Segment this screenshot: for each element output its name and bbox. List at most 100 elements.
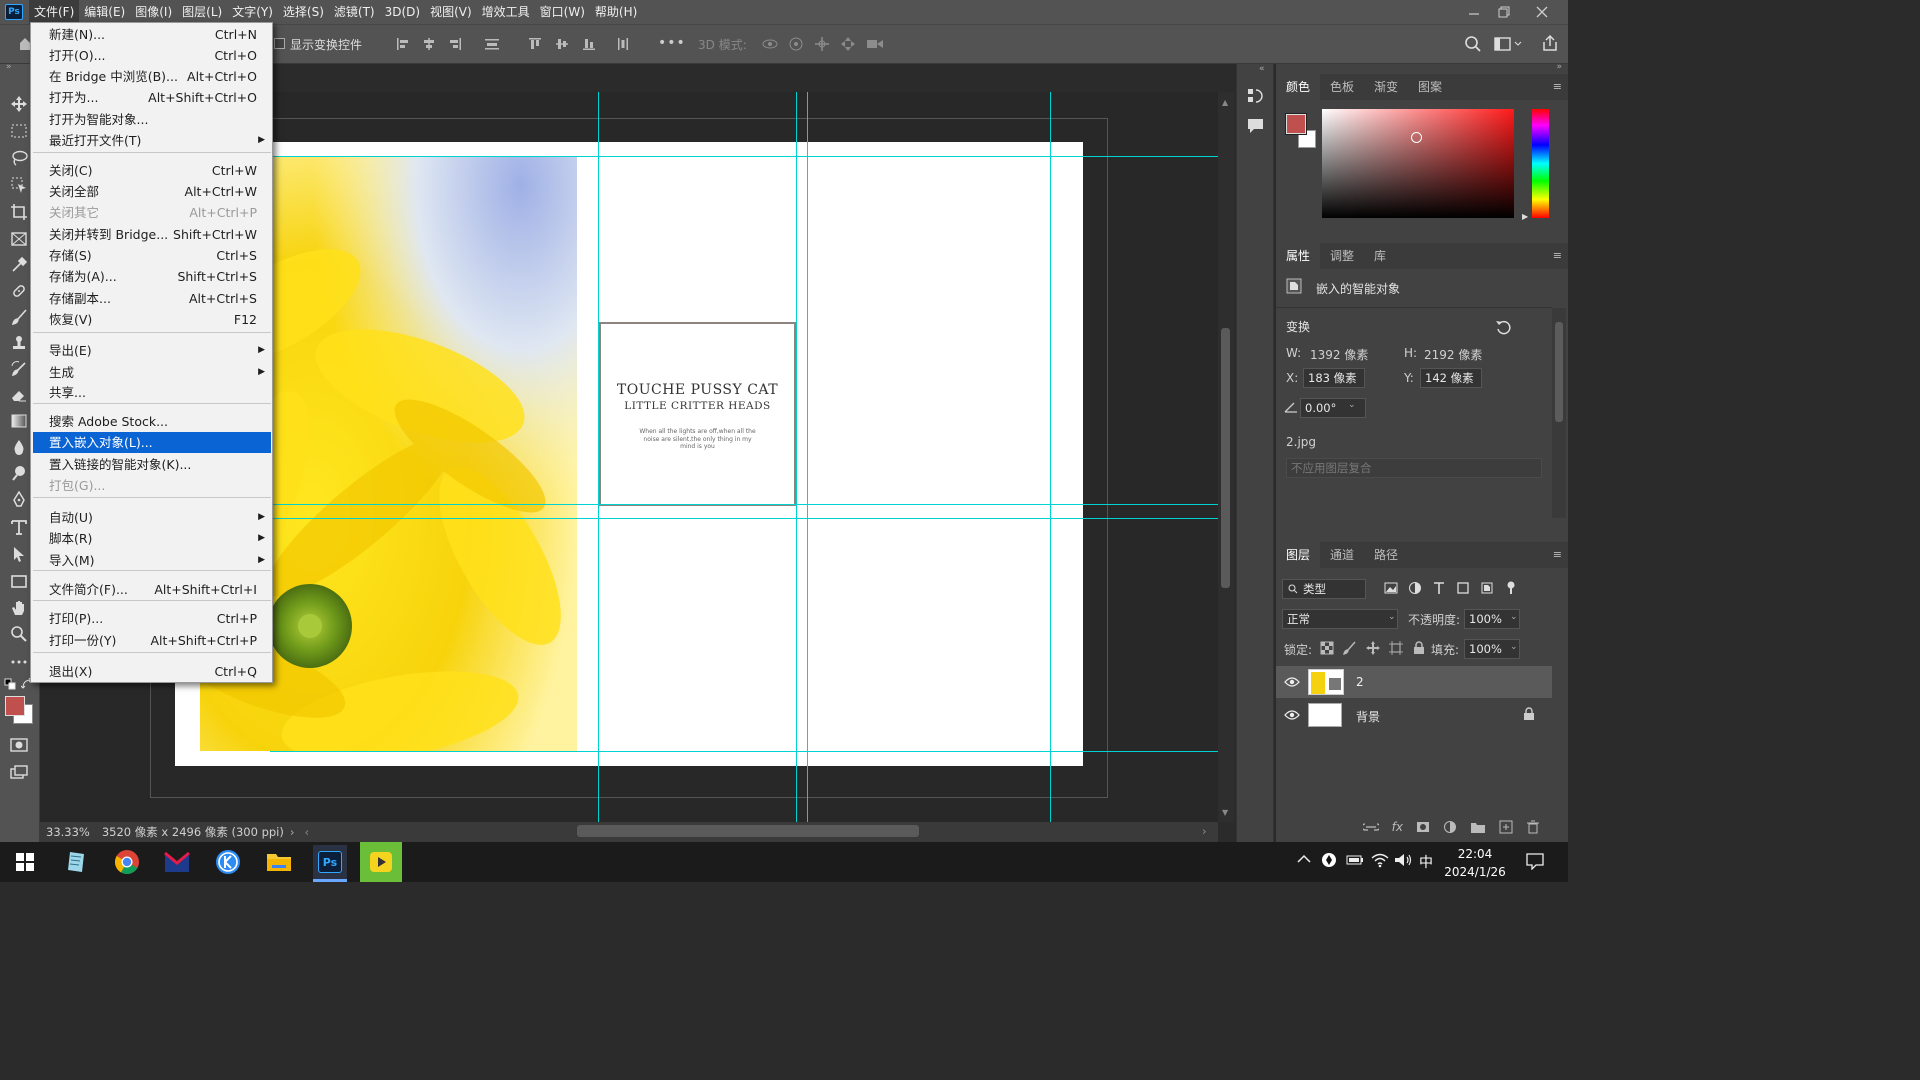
battery-icon[interactable] [1346,854,1364,866]
more-tools-icon[interactable] [8,651,30,673]
file-menu-item-print-one-copy[interactable]: 打印一份(Y) Alt+Shift+Ctrl+P [33,630,271,651]
menu-select[interactable]: 选择(S) [278,0,329,24]
file-menu-item-automate[interactable]: 自动(U) ▶ [33,507,271,528]
guide-vertical[interactable] [1050,92,1051,822]
type-filter-icon[interactable] [1432,581,1446,595]
file-menu-item-revert[interactable]: 恢复(V) F12 [33,309,271,330]
menu-edit[interactable]: 编辑(E) [79,0,130,24]
photoshop-taskbar-icon[interactable]: Ps [313,845,347,879]
tab-patterns[interactable]: 图案 [1408,74,1452,100]
collapse-toolbox-icon[interactable]: » [6,62,12,72]
lock-all-icon[interactable] [1412,641,1426,655]
panel-menu-icon[interactable]: ≡ [1553,542,1562,568]
lock-position-icon[interactable] [1366,641,1380,655]
eraser-tool-icon[interactable] [8,384,30,406]
guide-horizontal[interactable] [270,518,1218,519]
eyedropper-tool-icon[interactable] [8,254,30,276]
taskbar-clock[interactable]: 22:04 2024/1/26 [1440,845,1510,881]
brush-tool-icon[interactable] [8,306,30,328]
width-value[interactable]: 1392 像素 [1310,346,1368,363]
adjustment-layer-icon[interactable] [1443,820,1457,834]
delete-layer-icon[interactable] [1526,820,1540,834]
3d-roll-icon[interactable] [788,36,804,52]
file-menu-item-file-info[interactable]: 文件简介(F)... Alt+Shift+Ctrl+I [33,579,271,600]
text-card[interactable]: TOUCHE PUSSY CAT LITTLE CRITTER HEADS Wh… [599,322,796,506]
x-position-input[interactable]: 183 像素 [1303,368,1365,388]
lasso-tool-icon[interactable] [8,147,30,169]
layer-name[interactable]: 背景 [1356,708,1380,725]
panel-menu-icon[interactable]: ≡ [1553,243,1562,269]
status-menu-icon[interactable]: › [290,825,295,839]
file-menu-item-save-as[interactable]: 存储为(A)... Shift+Ctrl+S [33,266,271,287]
frame-tool-icon[interactable] [8,228,30,250]
vertical-scroll-thumb[interactable] [1221,328,1230,588]
file-menu-item-search-adobe-stock[interactable]: 搜索 Adobe Stock... [33,411,271,432]
align-middle-icon[interactable] [555,37,569,51]
align-left-icon[interactable] [396,37,410,51]
3d-orbit-icon[interactable] [762,36,778,52]
reset-transform-icon[interactable] [1495,319,1511,335]
blend-mode-select[interactable]: 正常 [1282,609,1398,629]
history-icon[interactable] [1246,86,1266,106]
chevron-down-icon[interactable]: ⌄ [1510,612,1518,622]
chrome-app-icon[interactable] [110,845,144,879]
shape-filter-icon[interactable] [1456,581,1470,595]
image-filter-icon[interactable] [1384,581,1398,595]
menu-3d[interactable]: 3D(D) [380,0,425,24]
tab-libraries[interactable]: 库 [1364,243,1396,269]
file-menu-item-package[interactable]: 打包(G)... [33,475,271,496]
file-menu-item-recent-files[interactable]: 最近打开文件(T) ▶ [33,130,271,151]
chevron-down-icon[interactable]: ⌄ [1388,612,1396,622]
file-menu-item-close-others[interactable]: 关闭其它 Alt+Ctrl+P [33,202,271,223]
color-field[interactable] [1322,109,1514,218]
file-menu-item-new[interactable]: 新建(N)... Ctrl+N [33,24,271,45]
distribute-horizontal-icon[interactable] [616,37,630,51]
guide-horizontal[interactable] [270,751,1218,752]
gradient-tool-icon[interactable] [8,410,30,432]
eye-icon[interactable] [1284,709,1300,721]
layer-row[interactable]: 2 [1276,666,1552,698]
align-right-icon[interactable] [448,37,462,51]
mail-app-icon[interactable] [160,845,194,879]
properties-scrollbar[interactable] [1552,308,1566,518]
tab-paths[interactable]: 路径 [1364,542,1408,568]
fx-icon[interactable]: fx [1392,820,1403,834]
pen-tool-icon[interactable] [8,489,30,511]
type-tool-icon[interactable] [8,516,30,538]
y-position-input[interactable]: 142 像素 [1420,368,1482,388]
file-menu-item-close-and-go-to-bridge[interactable]: 关闭并转到 Bridge... Shift+Ctrl+W [33,224,271,245]
file-menu-item-share[interactable]: 共享... [33,382,271,403]
tab-properties[interactable]: 属性 [1276,243,1321,269]
eye-icon[interactable] [1284,676,1300,688]
file-menu-item-place-linked[interactable]: 置入链接的智能对象(K)... [33,454,271,475]
file-explorer-icon[interactable] [262,845,296,879]
dodge-tool-icon[interactable] [8,462,30,484]
3d-slide-icon[interactable] [840,36,856,52]
show-transform-checkbox[interactable] [274,38,285,49]
ime-indicator[interactable]: 中 [1419,852,1433,872]
properties-scroll-thumb[interactable] [1555,322,1563,422]
default-colors-icon[interactable] [4,678,16,690]
more-options-icon[interactable]: ••• [658,35,686,51]
file-menu-item-generate[interactable]: 生成 ▶ [33,362,271,383]
security-tray-icon[interactable] [1321,852,1337,868]
vertical-scrollbar[interactable]: ▲ ▼ [1218,92,1234,822]
3d-camera-icon[interactable] [866,36,884,52]
guide-vertical[interactable] [807,92,808,822]
menu-plugins[interactable]: 增效工具 [477,0,535,24]
hue-slider-handle[interactable]: ▶ [1522,212,1528,221]
layer-row[interactable]: 背景 [1276,699,1552,731]
tab-adjustments[interactable]: 调整 [1320,243,1364,269]
lock-transparent-icon[interactable] [1320,641,1334,655]
screen-mode-icon[interactable] [8,761,30,783]
panel-menu-icon[interactable]: ≡ [1553,74,1562,100]
zoom-level[interactable]: 33.33% [46,825,90,839]
scroll-left-icon[interactable]: ‹ [304,825,309,839]
tab-swatches[interactable]: 色板 [1320,74,1364,100]
menu-view[interactable]: 视图(V) [425,0,477,24]
menu-filter[interactable]: 滤镜(T) [329,0,380,24]
add-mask-icon[interactable] [1416,820,1430,834]
document-info[interactable]: 3520 像素 x 2496 像素 (300 ppi) [102,824,284,840]
filter-toggle-icon[interactable] [1504,581,1518,595]
history-brush-tool-icon[interactable] [8,358,30,380]
